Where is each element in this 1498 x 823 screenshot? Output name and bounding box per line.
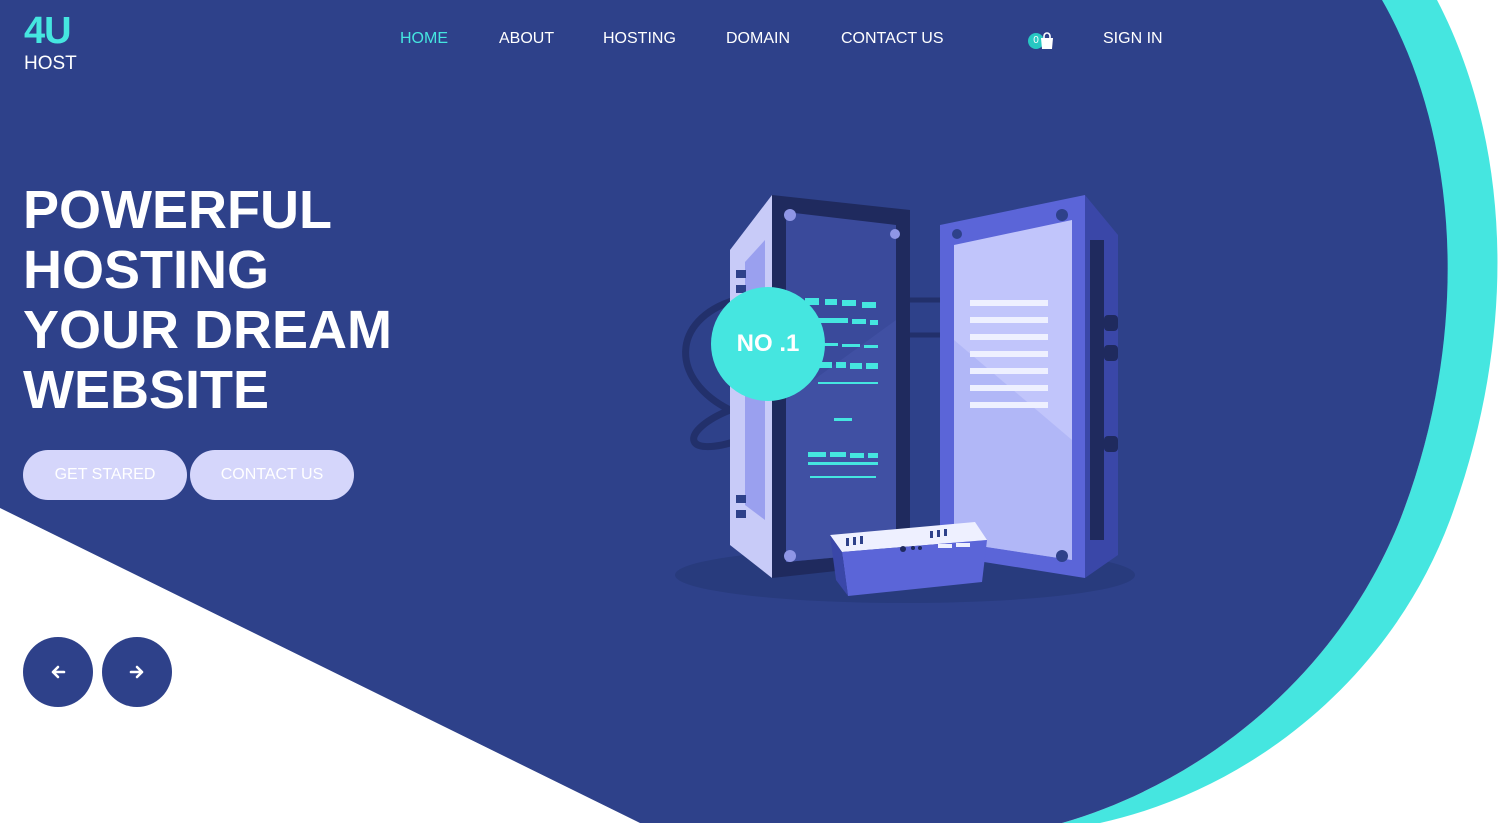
cart-button[interactable]: 0 <box>1028 30 1058 54</box>
hero-title-line: POWERFUL <box>23 180 332 240</box>
hero-title: POWERFUL HOSTING YOUR DREAM WEBSITE <box>23 180 392 420</box>
nav-item-about[interactable]: ABOUT <box>499 30 554 48</box>
logo-text: HOST <box>24 53 77 74</box>
shopping-bag-icon <box>1041 32 1053 49</box>
sign-in-link[interactable]: SIGN IN <box>1103 30 1163 48</box>
get-started-button[interactable]: GET STARED <box>23 450 187 500</box>
contact-us-button[interactable]: CONTACT US <box>190 450 354 500</box>
hero-title-line: YOUR DREAM <box>23 300 393 360</box>
logo[interactable]: 4U HOST <box>24 12 77 73</box>
logo-mark: 4U <box>24 10 72 52</box>
arrow-right-icon <box>129 665 144 679</box>
hero-title-line: HOSTING <box>23 240 270 300</box>
nav-item-home[interactable]: HOME <box>400 30 448 48</box>
slider-next-button[interactable] <box>102 637 172 707</box>
nav-item-contact-us[interactable]: CONTACT US <box>841 30 944 48</box>
nav-item-hosting[interactable]: HOSTING <box>603 30 676 48</box>
arrow-left-icon <box>51 665 66 679</box>
hero-title-line: WEBSITE <box>23 360 270 420</box>
nav-item-domain[interactable]: DOMAIN <box>726 30 790 48</box>
slider-prev-button[interactable] <box>23 637 93 707</box>
no1-badge: NO .1 <box>711 287 825 401</box>
no1-badge-label: NO .1 <box>736 330 800 357</box>
